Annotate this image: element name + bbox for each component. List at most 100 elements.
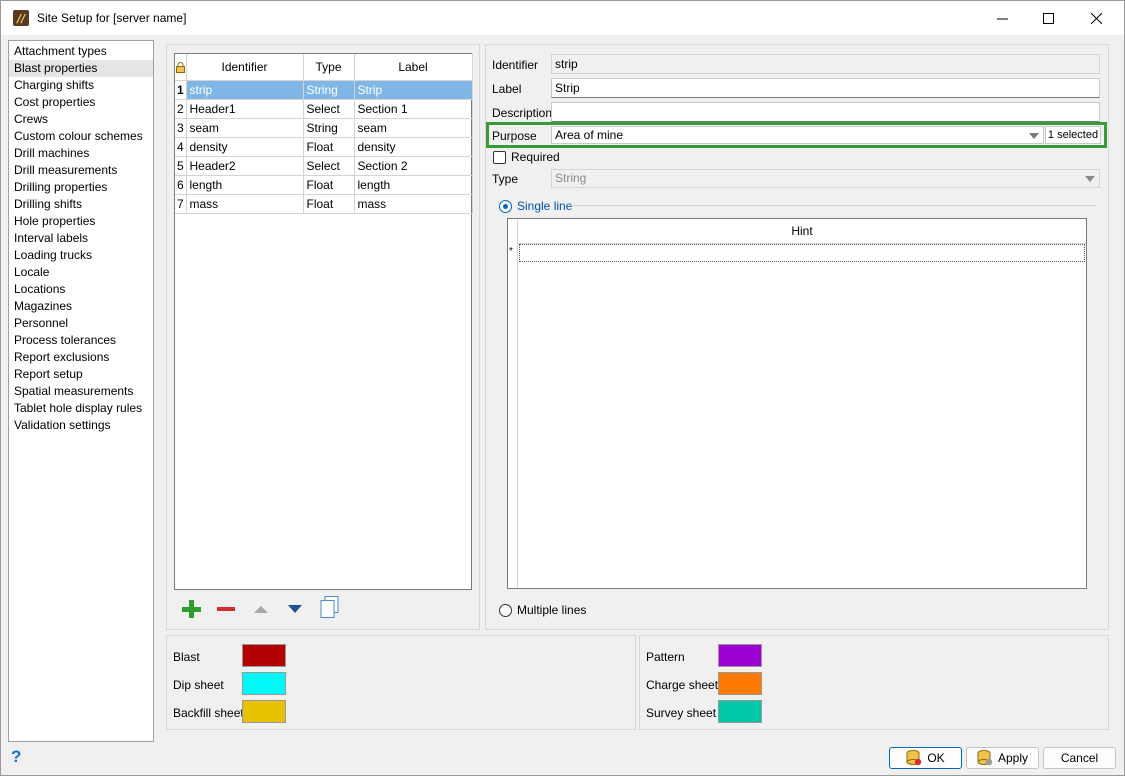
nav-item[interactable]: Personnel: [9, 315, 153, 332]
colour-swatch[interactable]: [718, 672, 762, 695]
nav-item[interactable]: Crews: [9, 111, 153, 128]
label-column-header[interactable]: Label: [354, 54, 473, 81]
colour-swatch[interactable]: [718, 700, 762, 723]
row-number-cell[interactable]: 4: [175, 137, 187, 157]
colour-swatch[interactable]: [718, 644, 762, 667]
type-cell[interactable]: String: [303, 118, 355, 138]
single-line-radio[interactable]: [499, 199, 512, 213]
single-line-radio-row[interactable]: Single line: [499, 199, 572, 213]
triangle-up-icon: [254, 606, 268, 613]
row-number-cell[interactable]: 5: [175, 156, 187, 176]
multiple-lines-radio[interactable]: [499, 603, 512, 617]
hint-new-row-cell[interactable]: [519, 244, 1085, 262]
identifier-cell[interactable]: mass: [186, 194, 304, 214]
nav-item[interactable]: Charging shifts: [9, 77, 153, 94]
move-up-button[interactable]: [250, 598, 272, 620]
cancel-button[interactable]: Cancel: [1043, 747, 1116, 769]
nav-item[interactable]: Attachment types: [9, 43, 153, 60]
identifier-cell[interactable]: Header2: [186, 156, 304, 176]
identifier-cell[interactable]: density: [186, 137, 304, 157]
nav-item[interactable]: Cost properties: [9, 94, 153, 111]
nav-item[interactable]: Locations: [9, 281, 153, 298]
type-cell[interactable]: Float: [303, 175, 355, 195]
identifier-cell[interactable]: Header1: [186, 99, 304, 119]
colour-swatch[interactable]: [242, 672, 286, 695]
description-field[interactable]: [551, 102, 1100, 122]
label-cell[interactable]: Section 1: [354, 99, 473, 119]
remove-row-button[interactable]: [215, 598, 237, 620]
grid-row[interactable]: 6 length Float length: [175, 175, 473, 195]
identifier-cell[interactable]: length: [186, 175, 304, 195]
nav-item[interactable]: Drill measurements: [9, 162, 153, 179]
description-label: Description: [492, 106, 553, 120]
row-number-cell[interactable]: 3: [175, 118, 187, 138]
identifier-cell[interactable]: strip: [186, 80, 304, 100]
label-cell[interactable]: Section 2: [354, 156, 473, 176]
grid-row[interactable]: 1 strip String Strip: [175, 80, 473, 100]
nav-item[interactable]: Validation settings: [9, 417, 153, 434]
nav-item[interactable]: Locale: [9, 264, 153, 281]
grid-row[interactable]: 5 Header2 Select Section 2: [175, 156, 473, 176]
type-cell[interactable]: Select: [303, 156, 355, 176]
grid-row[interactable]: 2 Header1 Select Section 1: [175, 99, 473, 119]
maximize-button[interactable]: [1025, 1, 1071, 35]
nav-item[interactable]: Custom colour schemes: [9, 128, 153, 145]
move-down-button[interactable]: [284, 598, 306, 620]
identifier-cell[interactable]: seam: [186, 118, 304, 138]
minimize-button[interactable]: [979, 1, 1025, 35]
close-button[interactable]: [1073, 1, 1119, 35]
required-checkbox[interactable]: [493, 150, 506, 164]
nav-item[interactable]: Loading trucks: [9, 247, 153, 264]
row-number-cell[interactable]: 7: [175, 194, 187, 214]
label-cell[interactable]: length: [354, 175, 473, 195]
row-number-cell[interactable]: 6: [175, 175, 187, 195]
identifier-column-header[interactable]: Identifier: [186, 54, 304, 81]
hint-column-header[interactable]: Hint: [518, 219, 1086, 244]
label-cell[interactable]: mass: [354, 194, 473, 214]
grid-row[interactable]: 4 density Float density: [175, 137, 473, 157]
grid-row[interactable]: 3 seam String seam: [175, 118, 473, 138]
nav-item[interactable]: Spatial measurements: [9, 383, 153, 400]
grid-row[interactable]: 7 mass Float mass: [175, 194, 473, 214]
type-column-header[interactable]: Type: [303, 54, 355, 81]
minimize-icon: [996, 18, 1008, 19]
nav-item[interactable]: Process tolerances: [9, 332, 153, 349]
type-cell[interactable]: String: [303, 80, 355, 100]
colour-label: Survey sheet: [646, 706, 717, 720]
purpose-value: Area of mine: [555, 128, 624, 142]
type-dropdown: String: [551, 169, 1100, 188]
colour-swatch[interactable]: [242, 700, 286, 723]
hint-grid[interactable]: Hint *: [507, 218, 1087, 589]
type-cell[interactable]: Float: [303, 137, 355, 157]
ok-button[interactable]: OK: [889, 747, 962, 769]
nav-item[interactable]: Hole properties: [9, 213, 153, 230]
row-number-cell[interactable]: 1: [175, 80, 187, 100]
nav-item[interactable]: Blast properties: [9, 60, 153, 77]
nav-item[interactable]: Report exclusions: [9, 349, 153, 366]
label-cell[interactable]: seam: [354, 118, 473, 138]
apply-button[interactable]: Apply: [966, 747, 1039, 769]
copy-button[interactable]: [319, 596, 341, 618]
colour-swatch[interactable]: [242, 644, 286, 667]
type-cell[interactable]: Select: [303, 99, 355, 119]
properties-grid[interactable]: Identifier Type Label 1 strip String Strip 2…: [174, 53, 473, 590]
nav-item[interactable]: Magazines: [9, 298, 153, 315]
purpose-dropdown[interactable]: Area of mine: [551, 126, 1044, 144]
required-label: Required: [511, 150, 560, 164]
row-number-cell[interactable]: 2: [175, 99, 187, 119]
label-field[interactable]: Strip: [551, 78, 1100, 98]
nav-item[interactable]: Drilling shifts: [9, 196, 153, 213]
help-button[interactable]: ?: [11, 747, 21, 767]
required-checkbox-row[interactable]: Required: [493, 150, 560, 164]
nav-item[interactable]: Drilling properties: [9, 179, 153, 196]
nav-item[interactable]: Tablet hole display rules: [9, 400, 153, 417]
multiple-lines-radio-row[interactable]: Multiple lines: [499, 603, 586, 617]
type-cell[interactable]: Float: [303, 194, 355, 214]
nav-item[interactable]: Drill machines: [9, 145, 153, 162]
label-label: Label: [492, 82, 522, 96]
label-cell[interactable]: Strip: [354, 80, 473, 100]
add-row-button[interactable]: [180, 598, 202, 620]
nav-item[interactable]: Interval labels: [9, 230, 153, 247]
label-cell[interactable]: density: [354, 137, 473, 157]
nav-item[interactable]: Report setup: [9, 366, 153, 383]
